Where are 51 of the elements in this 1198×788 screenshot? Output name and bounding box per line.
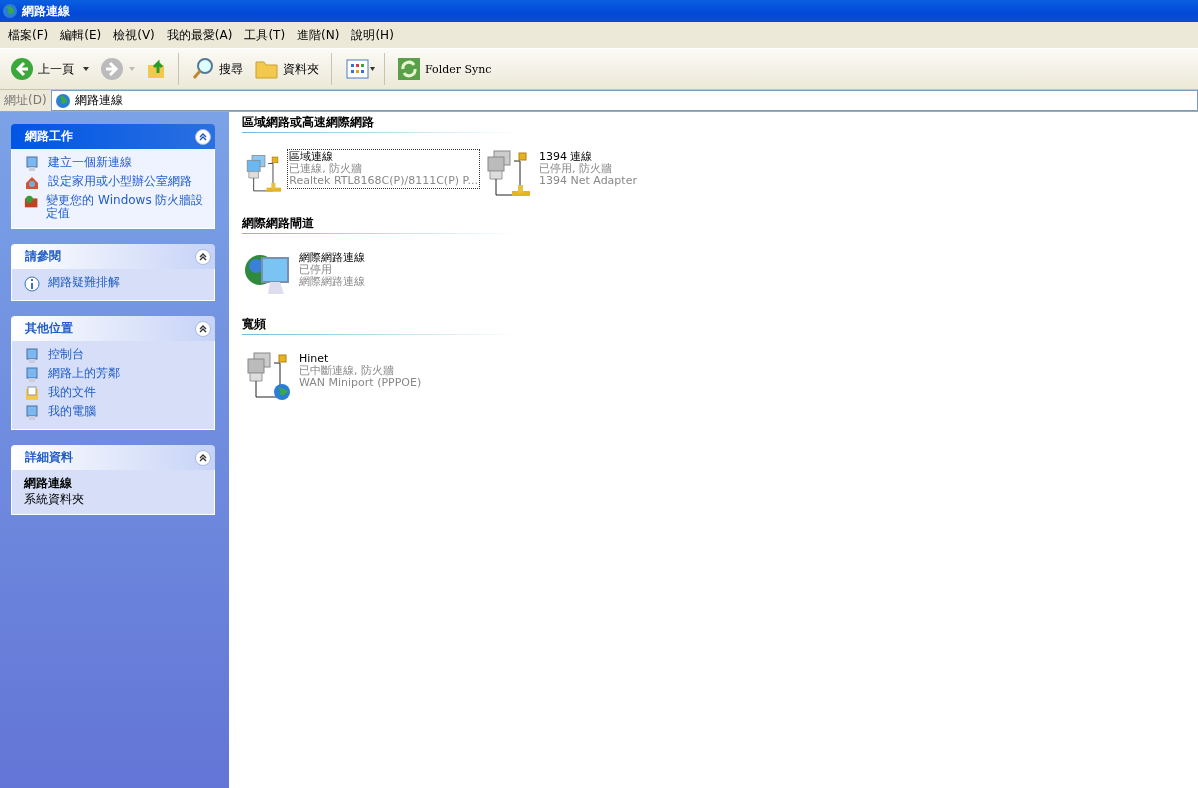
connection-label[interactable]: 區域連線 已連線, 防火牆 Realtek RTL8168C(P)/8111C(P) P... bbox=[287, 149, 480, 189]
dropdown-caret-icon[interactable] bbox=[82, 66, 90, 72]
task-link[interactable]: 網路上的芳鄰 bbox=[48, 367, 120, 380]
search-button[interactable]: 搜尋 bbox=[187, 55, 247, 83]
collapse-chevron-icon bbox=[195, 449, 211, 466]
task-link[interactable]: 建立一個新連線 bbox=[48, 156, 132, 169]
menu-item[interactable]: 我的最愛(A) bbox=[160, 26, 239, 44]
task-link[interactable]: 網路疑難排解 bbox=[48, 276, 120, 289]
group-heading: 網際網路閘道 bbox=[242, 215, 519, 234]
panel-header[interactable]: 詳細資料 bbox=[11, 445, 215, 470]
window-title: 網路連線 bbox=[22, 2, 70, 20]
menu-item[interactable]: 編輯(E) bbox=[54, 26, 108, 44]
task-link[interactable]: 變更您的 Windows 防火牆設定值 bbox=[46, 194, 208, 220]
computer-icon bbox=[24, 405, 40, 421]
connection-label[interactable]: Hinet 已中斷連線, 防火牆 WAN Miniport (PPPOE) bbox=[297, 351, 424, 391]
address-label: 網址(D) bbox=[3, 92, 48, 109]
sync-arrows-icon bbox=[397, 57, 421, 81]
task-link[interactable]: 控制台 bbox=[48, 348, 84, 361]
connection-label[interactable]: 1394 連線 已停用, 防火牆 1394 Net Adapter bbox=[537, 149, 639, 189]
menu-item[interactable]: 進階(N) bbox=[291, 26, 346, 44]
task-link[interactable]: 我的電腦 bbox=[48, 405, 96, 418]
group-heading: 區域網路或高速網際網路 bbox=[242, 114, 519, 133]
folders-button[interactable]: 資料夾 bbox=[251, 56, 323, 82]
menu-item[interactable]: 檔案(F) bbox=[2, 26, 55, 44]
window-icon bbox=[24, 156, 40, 172]
folder-sync-button[interactable]: Folder Sync bbox=[393, 55, 496, 83]
collapse-chevron-icon bbox=[195, 320, 211, 337]
house-icon bbox=[24, 175, 40, 191]
panel-header[interactable]: 其他位置 bbox=[11, 316, 215, 341]
menu-item[interactable]: 說明(H) bbox=[345, 26, 400, 44]
task-link[interactable]: 設定家用或小型辦公室網路 bbox=[48, 175, 192, 188]
folder-icon bbox=[255, 58, 279, 80]
collapse-chevron-icon bbox=[195, 248, 211, 265]
info-icon bbox=[24, 276, 40, 292]
menu-item[interactable]: 檢視(V) bbox=[107, 26, 161, 44]
address-field[interactable]: 網路連線 bbox=[50, 90, 1198, 111]
document-icon bbox=[24, 386, 40, 402]
group-heading: 寬頻 bbox=[242, 316, 519, 335]
panel-header[interactable]: 網路工作 bbox=[11, 124, 215, 149]
menu-item[interactable]: 工具(T) bbox=[238, 26, 292, 44]
details-subtitle: 系統資料夾 bbox=[24, 493, 85, 506]
task-link[interactable]: 我的文件 bbox=[48, 386, 96, 399]
back-button[interactable]: 上一頁 bbox=[6, 55, 78, 83]
connection-label[interactable]: 網際網路連線 已停用 網際網路連線 bbox=[297, 250, 367, 290]
globe-icon bbox=[54, 92, 71, 109]
search-icon bbox=[191, 57, 215, 81]
view-grid-icon[interactable] bbox=[346, 58, 376, 80]
globe-icon bbox=[2, 3, 18, 19]
collapse-chevron-icon bbox=[195, 128, 211, 145]
panel-header[interactable]: 請參閱 bbox=[11, 244, 215, 269]
details-title: 網路連線 bbox=[24, 477, 73, 490]
